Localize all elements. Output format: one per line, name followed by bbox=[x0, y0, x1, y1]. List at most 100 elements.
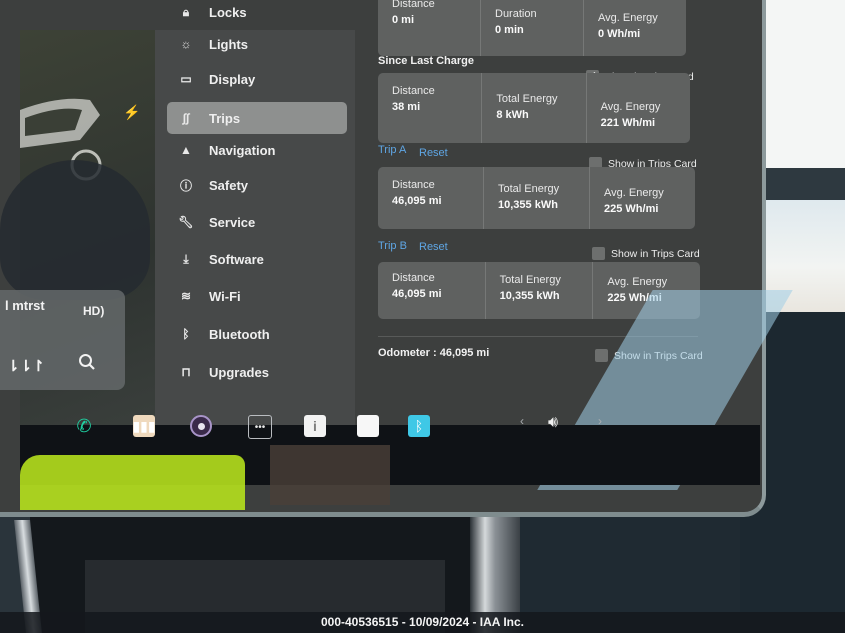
stat-value: 46,095 mi bbox=[392, 288, 442, 300]
sidebar-item-navigation[interactable]: ▲ Navigation bbox=[167, 136, 347, 164]
stat-duration: Duration 0 min bbox=[481, 0, 584, 56]
stat-value: 38 mi bbox=[392, 101, 421, 113]
shopping-bag-icon: ⊓ bbox=[181, 365, 191, 379]
stat-label: Distance bbox=[392, 272, 435, 284]
stat-distance: Distance 0 mi bbox=[378, 0, 481, 56]
trip-b-reset-button[interactable]: Reset bbox=[419, 241, 448, 253]
sidebar-item-label: Service bbox=[209, 214, 256, 230]
volume-icon[interactable]: 🔊︎ bbox=[548, 414, 558, 432]
stat-label: Distance bbox=[392, 85, 435, 97]
media-station-label: l mtrst bbox=[5, 298, 45, 313]
stat-value: 0 mi bbox=[392, 14, 415, 26]
sidebar-item-safety[interactable]: ⓘ Safety bbox=[167, 171, 347, 199]
stat-value: 221 Wh/mi bbox=[600, 117, 656, 129]
media-player-card[interactable]: l mtrst HD) ⇂⇂↾ bbox=[0, 290, 125, 390]
sidebar-item-wifi[interactable]: ≋ Wi-Fi bbox=[167, 282, 347, 310]
sidebar-item-locks[interactable]: 🔒︎ Locks bbox=[167, 0, 347, 26]
stat-value: 8 kWh bbox=[496, 109, 529, 121]
stat-label: Avg. Energy bbox=[604, 187, 664, 199]
stat-label: Distance bbox=[392, 0, 435, 10]
sidebar-item-display[interactable]: ▭ Display bbox=[167, 65, 347, 93]
sidebar-item-label: Bluetooth bbox=[209, 326, 270, 342]
sidebar-item-service[interactable]: 🔧︎ Service bbox=[167, 208, 347, 236]
stat-distance: Distance 46,095 mi bbox=[378, 262, 486, 319]
checkbox-unchecked-icon[interactable] bbox=[592, 247, 605, 260]
checkbox-unchecked-icon[interactable] bbox=[595, 349, 608, 362]
lock-icon: 🔒︎ bbox=[182, 4, 190, 19]
stat-avg-energy: Avg. Energy 221 Wh/mi bbox=[587, 73, 690, 143]
media-player-icon[interactable]: ▮▮▮ bbox=[132, 415, 156, 437]
stat-value: 0 Wh/mi bbox=[598, 28, 641, 40]
watermark: 000-40536515 - 10/09/2024 - IAA Inc. bbox=[0, 612, 845, 633]
volume-down-chevron[interactable]: ‹ bbox=[520, 414, 524, 428]
sun-icon: ☼ bbox=[180, 37, 192, 51]
stat-value: 10,355 kWh bbox=[499, 290, 560, 302]
stat-distance: Distance 46,095 mi bbox=[378, 167, 484, 229]
sidebar-item-bluetooth[interactable]: ᛒ Bluetooth bbox=[167, 320, 347, 348]
stat-total-energy: Total Energy 10,355 kWh bbox=[484, 167, 590, 229]
stat-label: Avg. Energy bbox=[598, 12, 658, 24]
reflection bbox=[0, 160, 150, 300]
sidebar-item-label: Trips bbox=[209, 110, 241, 126]
stat-avg-energy: Avg. Energy 225 Wh/mi bbox=[590, 167, 695, 229]
trip-a-reset-button[interactable]: Reset bbox=[419, 147, 448, 159]
current-trip-card: Distance 0 mi Duration 0 min Avg. Energy… bbox=[378, 0, 686, 56]
display-icon: ▭ bbox=[180, 72, 192, 86]
sidebar-item-label: Safety bbox=[209, 177, 249, 193]
sidebar-item-label: Display bbox=[209, 71, 256, 87]
manual-icon[interactable]: i bbox=[304, 415, 326, 437]
phone-icon[interactable]: ✆ bbox=[73, 415, 95, 437]
stat-label: Total Energy bbox=[498, 183, 560, 195]
volume-up-chevron[interactable]: › bbox=[598, 414, 602, 428]
wrench-icon: 🔧︎ bbox=[178, 215, 194, 229]
settings-sidebar: 🔒︎ Locks ☼ Lights ▭ Display ∫∫ Trips ▲ N… bbox=[155, 5, 355, 425]
odometer-readout: Odometer : 46,095 mi bbox=[378, 347, 490, 359]
notes-icon[interactable] bbox=[357, 415, 379, 437]
since-last-charge-card: Distance 38 mi Total Energy 8 kWh Avg. E… bbox=[378, 73, 690, 143]
equalizer-icon[interactable]: ⇂⇂↾ bbox=[7, 357, 45, 375]
sidebar-item-label: Navigation bbox=[209, 142, 276, 158]
stat-label: Distance bbox=[392, 179, 435, 191]
since-last-charge-title: Since Last Charge bbox=[378, 55, 474, 67]
sidebar-item-label: Locks bbox=[209, 4, 247, 20]
trip-b-show-checkbox[interactable]: Show in Trips Card bbox=[592, 247, 700, 260]
sidebar-item-upgrades[interactable]: ⊓ Upgrades bbox=[167, 358, 347, 386]
search-icon[interactable] bbox=[78, 353, 96, 371]
hd-radio-icon[interactable]: HD) bbox=[83, 304, 104, 318]
camera-lens bbox=[197, 422, 205, 430]
stat-value: 46,095 mi bbox=[392, 195, 442, 207]
trips-icon: ∫∫ bbox=[182, 111, 190, 125]
stat-label: Duration bbox=[495, 8, 537, 20]
stat-avg-energy: Avg. Energy 0 Wh/mi bbox=[584, 0, 686, 56]
stat-total-energy: Total Energy 8 kWh bbox=[482, 73, 587, 143]
charging-bolt-icon: ⚡ bbox=[123, 104, 141, 120]
stat-label: Avg. Energy bbox=[607, 276, 668, 288]
more-icon[interactable]: ••• bbox=[248, 415, 272, 439]
trip-b-title: Trip B bbox=[378, 240, 407, 252]
wifi-icon: ≋ bbox=[180, 289, 192, 303]
camera-icon[interactable] bbox=[190, 415, 212, 437]
stat-label: Total Energy bbox=[499, 274, 561, 286]
stat-label: Avg. Energy bbox=[600, 101, 661, 113]
sidebar-item-label: Software bbox=[209, 251, 264, 267]
sidebar-item-trips[interactable]: ∫∫ Trips bbox=[167, 102, 347, 134]
bluetooth-icon: ᛒ bbox=[182, 327, 190, 341]
sidebar-item-label: Lights bbox=[209, 36, 248, 52]
sidebar-item-label: Upgrades bbox=[209, 364, 269, 380]
reflection bbox=[20, 455, 245, 510]
trip-a-title: Trip A bbox=[378, 144, 407, 156]
download-icon: ⤓ bbox=[183, 251, 189, 266]
stat-value: 0 min bbox=[495, 24, 524, 36]
sidebar-item-lights[interactable]: ☼ Lights bbox=[167, 30, 347, 58]
stat-value: 10,355 kWh bbox=[498, 199, 558, 211]
checkbox-label: Show in Trips Card bbox=[611, 247, 700, 260]
reflection bbox=[270, 445, 390, 505]
sidebar-item-software[interactable]: ⤓ Software bbox=[167, 245, 347, 273]
stat-total-energy: Total Energy 10,355 kWh bbox=[486, 262, 594, 319]
sidebar-item-label: Wi-Fi bbox=[209, 288, 241, 304]
bluetooth-icon[interactable]: ᛒ bbox=[408, 415, 430, 437]
stat-value: 225 Wh/mi bbox=[604, 203, 659, 215]
alert-circle-icon: ⓘ bbox=[179, 178, 192, 193]
stat-label: Total Energy bbox=[496, 93, 558, 105]
trip-a-card: Distance 46,095 mi Total Energy 10,355 k… bbox=[378, 167, 695, 229]
